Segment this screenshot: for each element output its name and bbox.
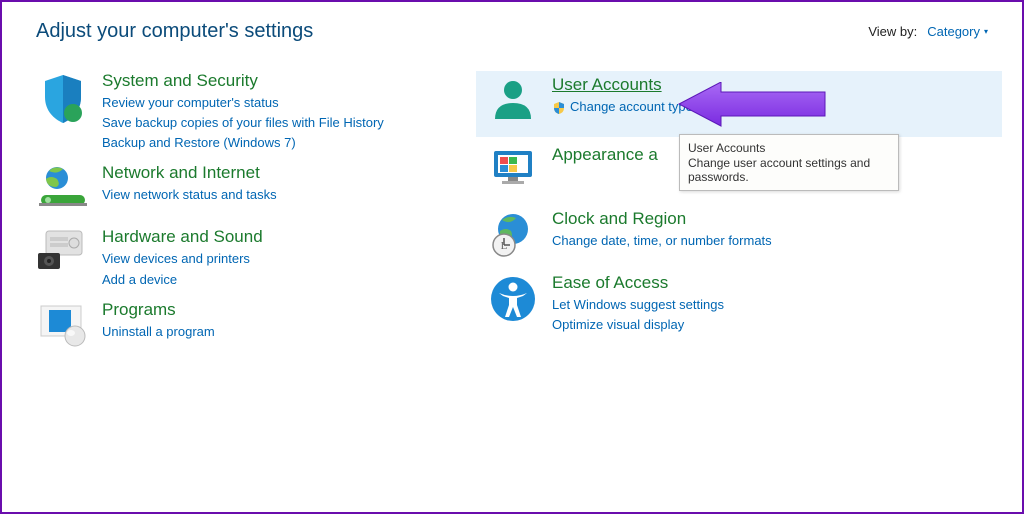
category-ease-of-access: Ease of Access Let Windows suggest setti…: [476, 273, 1002, 335]
category-clock-region: L Clock and Region Change date, time, or…: [476, 209, 1002, 263]
link-uninstall-program[interactable]: Uninstall a program: [102, 322, 215, 342]
category-title[interactable]: System and Security: [102, 71, 384, 91]
tooltip-title: User Accounts: [688, 141, 890, 155]
view-by-label: View by:: [868, 24, 917, 39]
programs-icon: [34, 300, 92, 354]
link-optimize-display[interactable]: Optimize visual display: [552, 315, 724, 335]
network-icon: [34, 163, 92, 217]
hardware-icon: [34, 227, 92, 281]
category-title[interactable]: Clock and Region: [552, 209, 772, 229]
shield-icon: [34, 71, 92, 125]
link-add-device[interactable]: Add a device: [102, 270, 263, 290]
page-title: Adjust your computer's settings: [36, 20, 313, 43]
clock-region-icon: L: [484, 209, 542, 263]
link-network-status[interactable]: View network status and tasks: [102, 185, 277, 205]
category-system-security: System and Security Review your computer…: [26, 71, 476, 153]
view-by-dropdown[interactable]: Category ▾: [927, 24, 988, 39]
category-hardware-sound: Hardware and Sound View devices and prin…: [26, 227, 476, 289]
link-date-time-formats[interactable]: Change date, time, or number formats: [552, 231, 772, 251]
category-user-accounts: User Accounts Change account type: [476, 71, 1002, 137]
ease-of-access-icon: [484, 273, 542, 327]
link-devices-printers[interactable]: View devices and printers: [102, 249, 263, 269]
appearance-icon: [484, 145, 542, 199]
category-programs: Programs Uninstall a program: [26, 300, 476, 354]
user-accounts-icon: [484, 75, 542, 129]
category-title[interactable]: Network and Internet: [102, 163, 277, 183]
category-title[interactable]: Hardware and Sound: [102, 227, 263, 247]
view-by: View by: Category ▾: [868, 24, 988, 39]
category-title[interactable]: Appearance a: [552, 145, 658, 165]
link-windows-suggest[interactable]: Let Windows suggest settings: [552, 295, 724, 315]
category-title[interactable]: User Accounts: [552, 75, 693, 95]
category-title[interactable]: Ease of Access: [552, 273, 724, 293]
link-backup-restore[interactable]: Backup and Restore (Windows 7): [102, 133, 384, 153]
link-file-history[interactable]: Save backup copies of your files with Fi…: [102, 113, 384, 133]
tooltip-user-accounts: User Accounts Change user account settin…: [679, 134, 899, 191]
view-by-value: Category: [927, 24, 980, 39]
category-network-internet: Network and Internet View network status…: [26, 163, 476, 217]
category-title[interactable]: Programs: [102, 300, 215, 320]
uac-shield-icon: [552, 101, 566, 115]
link-review-status[interactable]: Review your computer's status: [102, 93, 384, 113]
tooltip-body: Change user account settings and passwor…: [688, 156, 890, 184]
link-change-account-type[interactable]: Change account type: [552, 97, 693, 117]
chevron-down-icon: ▾: [984, 27, 988, 36]
